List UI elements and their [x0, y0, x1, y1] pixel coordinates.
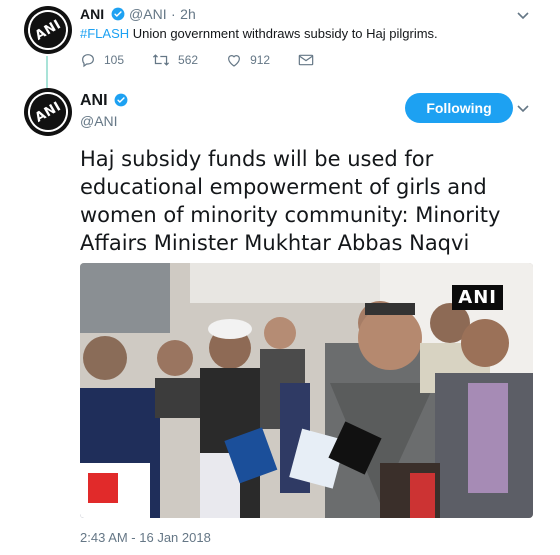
reply-icon: [82, 54, 94, 68]
tweet-body: Union government withdraws subsidy to Ha…: [129, 26, 438, 41]
direct-message-button[interactable]: [298, 53, 322, 67]
retweet-count: 562: [178, 53, 199, 67]
tweet-text: Haj subsidy funds will be used for educa…: [80, 147, 501, 255]
thread-connector-line: [46, 56, 48, 88]
tweet-header: ANI @ANI · 2h: [80, 6, 196, 24]
author-name[interactable]: ANI: [80, 6, 104, 22]
main-tweet-header: ANI @ANI: [80, 92, 128, 129]
tweet-text: #FLASH Union government withdraws subsid…: [80, 26, 438, 41]
reply-count: 105: [104, 53, 125, 67]
separator-dot: ·: [171, 6, 176, 22]
like-count: 912: [250, 53, 271, 67]
ani-watermark: ANI: [452, 285, 503, 310]
author-name[interactable]: ANI: [80, 92, 108, 109]
verified-icon: [114, 93, 128, 107]
following-button[interactable]: Following: [405, 93, 513, 123]
retweet-icon: [152, 54, 170, 66]
retweet-button[interactable]: 562: [152, 52, 198, 68]
reply-button[interactable]: 105: [80, 52, 124, 68]
tweet-time[interactable]: 2h: [180, 6, 196, 22]
chevron-down-icon[interactable]: [516, 8, 530, 22]
author-handle[interactable]: @ANI: [129, 6, 167, 22]
ani-avatar[interactable]: ANI: [24, 88, 72, 136]
tweet-photo[interactable]: ANI: [80, 263, 533, 518]
tweet-actions: 105 562 912: [80, 52, 350, 68]
chevron-down-icon[interactable]: [516, 101, 530, 115]
hashtag-link[interactable]: #FLASH: [80, 26, 129, 41]
ani-avatar[interactable]: ANI: [24, 6, 72, 54]
message-icon: [298, 54, 314, 66]
like-button[interactable]: 912: [226, 52, 270, 68]
verified-icon: [111, 7, 124, 21]
author-handle[interactable]: @ANI: [80, 113, 128, 129]
tweet-timestamp[interactable]: 2:43 AM - 16 Jan 2018: [80, 530, 211, 545]
like-icon: [228, 55, 240, 67]
